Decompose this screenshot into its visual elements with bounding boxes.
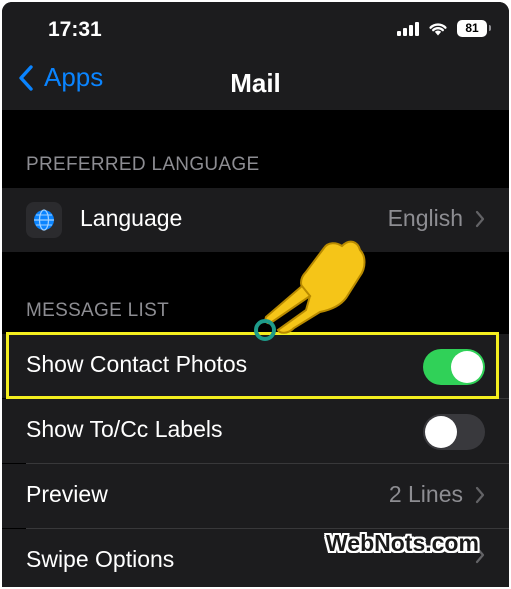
section-header-message-list: MESSAGE LIST <box>26 300 169 321</box>
battery-icon: 81 <box>457 20 491 37</box>
toggle-knob <box>425 416 457 448</box>
language-label: Language <box>80 205 183 231</box>
show-to-cc-labels-row: Show To/Cc Labels <box>2 399 509 463</box>
show-contact-photos-label: Show Contact Photos <box>26 351 248 377</box>
swipe-options-label: Swipe Options <box>26 546 175 572</box>
preview-value: 2 Lines <box>389 481 485 508</box>
preview-label: Preview <box>26 481 108 507</box>
globe-icon <box>26 202 62 238</box>
show-to-cc-labels-label: Show To/Cc Labels <box>26 416 223 442</box>
toggle-knob <box>451 351 483 383</box>
page-title: Mail <box>230 68 281 98</box>
language-value: English <box>388 205 485 232</box>
preview-row[interactable]: Preview 2 Lines <box>2 464 509 528</box>
status-icons: 81 <box>397 20 491 37</box>
show-contact-photos-toggle[interactable] <box>423 349 485 385</box>
chevron-right-icon <box>475 486 485 503</box>
show-to-cc-labels-toggle[interactable] <box>423 414 485 450</box>
section-header-preferred-language: PREFERRED LANGUAGE <box>26 154 260 175</box>
cellular-signal-icon <box>397 21 419 36</box>
watermark: WebNots.com <box>326 530 479 556</box>
status-time: 17:31 <box>48 18 102 41</box>
chevron-right-icon <box>475 210 485 227</box>
wifi-icon <box>429 23 447 36</box>
navigation-header: 17:31 81 Apps Mail <box>2 2 509 110</box>
preview-value-text: 2 Lines <box>388 481 463 507</box>
language-value-text: English <box>387 205 463 231</box>
pointing-hand-icon <box>254 240 366 341</box>
